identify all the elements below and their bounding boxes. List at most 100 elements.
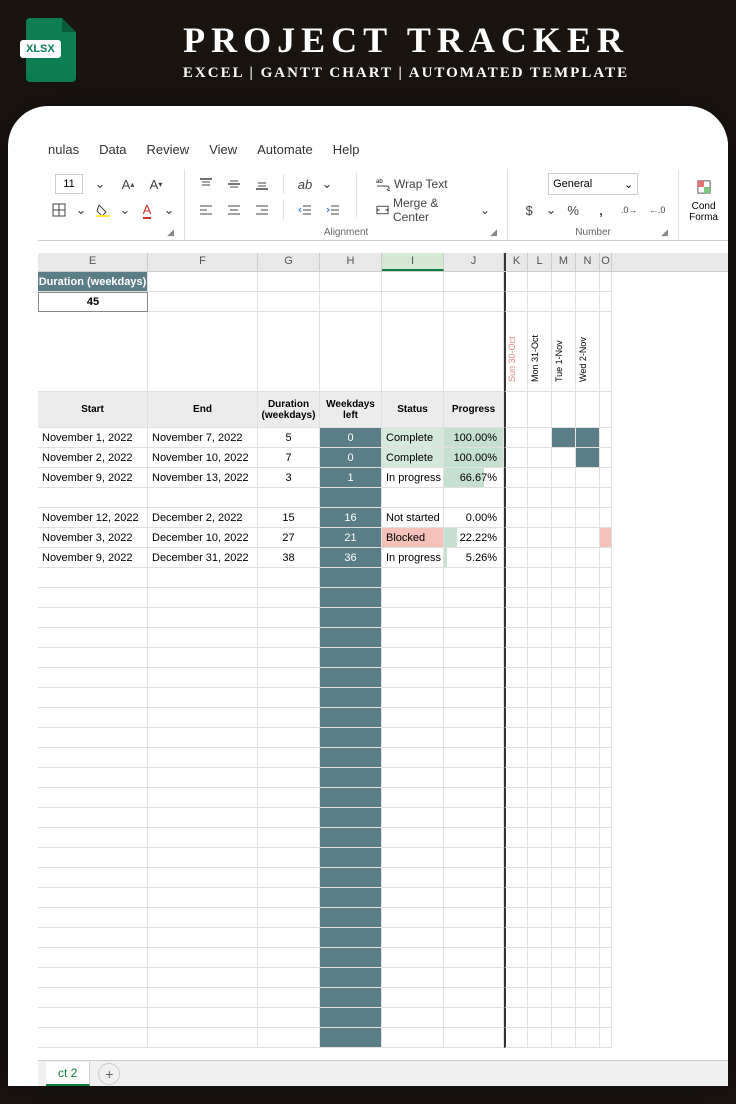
cell[interactable] bbox=[600, 748, 612, 768]
cell[interactable] bbox=[552, 748, 576, 768]
cell[interactable] bbox=[444, 708, 504, 728]
cell[interactable] bbox=[444, 728, 504, 748]
cell[interactable] bbox=[528, 448, 552, 468]
cell[interactable] bbox=[504, 1008, 528, 1028]
cell[interactable] bbox=[576, 948, 600, 968]
dialog-launcher-icon[interactable]: ◢ bbox=[490, 227, 497, 238]
cell[interactable] bbox=[258, 788, 320, 808]
cell[interactable] bbox=[528, 488, 552, 508]
cell[interactable]: In progress bbox=[382, 548, 444, 568]
cell[interactable] bbox=[528, 588, 552, 608]
cell[interactable] bbox=[528, 808, 552, 828]
cell[interactable]: 38 bbox=[258, 548, 320, 568]
cell[interactable] bbox=[552, 508, 576, 528]
cell[interactable] bbox=[552, 588, 576, 608]
cell[interactable] bbox=[600, 868, 612, 888]
cell[interactable]: 22.22% bbox=[444, 528, 504, 548]
cell[interactable]: November 7, 2022 bbox=[148, 428, 258, 448]
cell[interactable] bbox=[148, 768, 258, 788]
cell[interactable] bbox=[528, 468, 552, 488]
cell[interactable]: 100.00% bbox=[444, 448, 504, 468]
cell[interactable] bbox=[552, 428, 576, 448]
cell[interactable] bbox=[382, 868, 444, 888]
cell[interactable] bbox=[382, 628, 444, 648]
cell[interactable] bbox=[38, 768, 148, 788]
cell[interactable] bbox=[258, 828, 320, 848]
cell[interactable] bbox=[258, 968, 320, 988]
cell[interactable]: December 2, 2022 bbox=[148, 508, 258, 528]
cell[interactable] bbox=[552, 888, 576, 908]
cell[interactable] bbox=[258, 312, 320, 392]
cell[interactable]: 0 bbox=[320, 428, 382, 448]
cell[interactable] bbox=[38, 488, 148, 508]
cell[interactable] bbox=[320, 568, 382, 588]
cell[interactable] bbox=[444, 888, 504, 908]
cell[interactable] bbox=[148, 1008, 258, 1028]
cell[interactable] bbox=[38, 908, 148, 928]
col-header[interactable]: H bbox=[320, 253, 382, 271]
cell[interactable] bbox=[552, 688, 576, 708]
cell[interactable] bbox=[528, 828, 552, 848]
cell[interactable] bbox=[382, 768, 444, 788]
spreadsheet-grid[interactable]: Duration (weekdays)45Sun 30-OctMon 31-Oc… bbox=[38, 272, 728, 1048]
cell[interactable] bbox=[382, 648, 444, 668]
align-right-icon[interactable] bbox=[251, 199, 273, 221]
cell[interactable] bbox=[382, 1028, 444, 1048]
cell[interactable] bbox=[258, 668, 320, 688]
cell[interactable] bbox=[382, 588, 444, 608]
cell[interactable] bbox=[148, 828, 258, 848]
cell[interactable] bbox=[148, 628, 258, 648]
cell[interactable]: Complete bbox=[382, 428, 444, 448]
cell[interactable] bbox=[576, 708, 600, 728]
menu-data[interactable]: Data bbox=[99, 142, 126, 157]
cell[interactable] bbox=[320, 808, 382, 828]
cell[interactable] bbox=[576, 428, 600, 448]
cell[interactable] bbox=[504, 568, 528, 588]
chevron-down-icon[interactable]: ⌄ bbox=[89, 173, 111, 195]
cell[interactable] bbox=[38, 828, 148, 848]
cell[interactable] bbox=[576, 1008, 600, 1028]
cell[interactable] bbox=[258, 1008, 320, 1028]
cell[interactable] bbox=[148, 688, 258, 708]
cell[interactable] bbox=[320, 968, 382, 988]
cell[interactable] bbox=[38, 948, 148, 968]
increase-font-icon[interactable]: A▴ bbox=[117, 173, 139, 195]
cell[interactable] bbox=[444, 848, 504, 868]
cell[interactable] bbox=[552, 908, 576, 928]
cell[interactable] bbox=[528, 908, 552, 928]
cell[interactable] bbox=[576, 888, 600, 908]
cell[interactable] bbox=[382, 272, 444, 292]
cell[interactable] bbox=[148, 668, 258, 688]
cell[interactable] bbox=[600, 568, 612, 588]
cell[interactable] bbox=[444, 1008, 504, 1028]
cell[interactable] bbox=[320, 648, 382, 668]
cell[interactable] bbox=[600, 668, 612, 688]
cell[interactable] bbox=[38, 808, 148, 828]
cell[interactable] bbox=[504, 688, 528, 708]
cell[interactable]: 16 bbox=[320, 508, 382, 528]
cell[interactable] bbox=[600, 908, 612, 928]
cell[interactable] bbox=[38, 928, 148, 948]
cell[interactable] bbox=[504, 628, 528, 648]
cell[interactable] bbox=[552, 808, 576, 828]
menu-formulas[interactable]: nulas bbox=[48, 142, 79, 157]
cell[interactable] bbox=[576, 1028, 600, 1048]
cell[interactable] bbox=[528, 948, 552, 968]
cell[interactable] bbox=[552, 528, 576, 548]
cell[interactable] bbox=[600, 688, 612, 708]
cell[interactable] bbox=[552, 928, 576, 948]
cell[interactable] bbox=[576, 968, 600, 988]
cell[interactable] bbox=[148, 988, 258, 1008]
cell[interactable] bbox=[600, 648, 612, 668]
cell[interactable] bbox=[504, 908, 528, 928]
menu-automate[interactable]: Automate bbox=[257, 142, 313, 157]
cell[interactable] bbox=[382, 488, 444, 508]
cell[interactable] bbox=[504, 272, 528, 292]
currency-icon[interactable]: $ bbox=[518, 199, 540, 221]
fill-color-icon[interactable] bbox=[92, 199, 114, 221]
cell[interactable] bbox=[552, 448, 576, 468]
cell[interactable] bbox=[600, 468, 612, 488]
cell[interactable] bbox=[528, 748, 552, 768]
cell[interactable]: November 2, 2022 bbox=[38, 448, 148, 468]
cell[interactable] bbox=[444, 908, 504, 928]
